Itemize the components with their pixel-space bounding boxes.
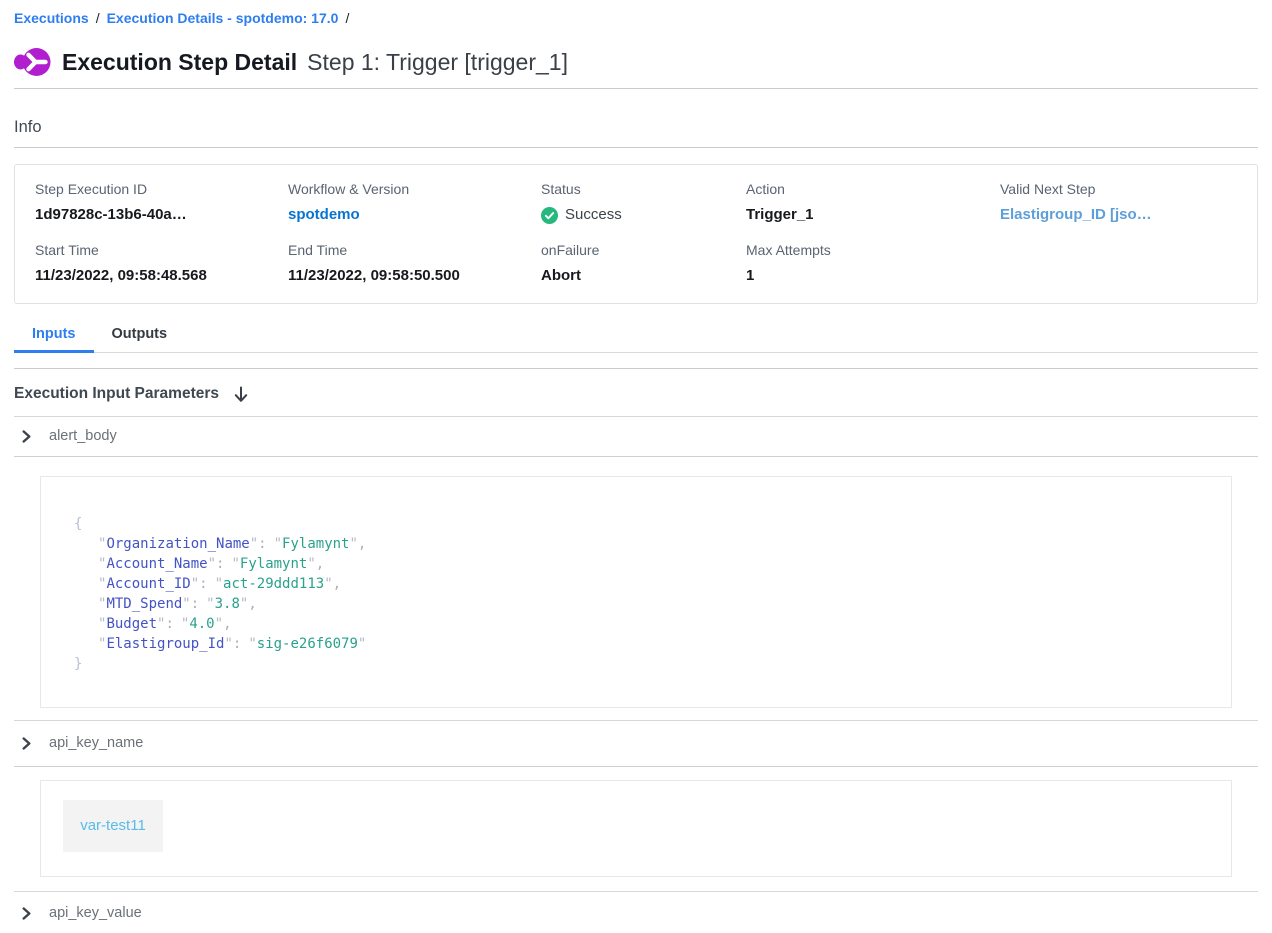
info-field-action: Action Trigger_1 xyxy=(746,181,1000,224)
json-entry: "MTD_Spend":"3.8", xyxy=(74,594,1198,614)
breadcrumb-separator: / xyxy=(96,10,100,26)
json-line: { xyxy=(74,514,1198,534)
field-label: Step Execution ID xyxy=(35,181,288,197)
chevron-right-icon xyxy=(20,737,33,750)
info-field-status: Status Success xyxy=(541,181,746,224)
info-section-heading: Info xyxy=(14,118,1258,137)
info-field-onfailure: onFailure Abort xyxy=(541,242,746,285)
field-value: Abort xyxy=(541,267,746,285)
info-field-end-time: End Time 11/23/2022, 09:58:50.500 xyxy=(288,242,541,285)
info-field-start-time: Start Time 11/23/2022, 09:58:48.568 xyxy=(35,242,288,285)
section-label: api_key_name xyxy=(49,735,143,751)
json-entry: "Account_ID":"act-29ddd113", xyxy=(74,574,1198,594)
json-entry: "Account_Name":"Fylamynt", xyxy=(74,554,1198,574)
breadcrumb: Executions / Execution Details - spotdemo:… xyxy=(14,0,1258,27)
breadcrumb-separator: / xyxy=(345,10,349,26)
execution-input-parameters-header: Execution Input Parameters xyxy=(14,384,1258,404)
section-label: alert_body xyxy=(49,428,117,444)
field-label: onFailure xyxy=(541,242,746,258)
next-step-link[interactable]: Elastigroup_ID [jso… xyxy=(1000,206,1152,223)
tab-inputs[interactable]: Inputs xyxy=(14,318,94,353)
status-badge: Success xyxy=(541,206,746,224)
success-check-icon xyxy=(541,207,558,224)
breadcrumb-link-executions[interactable]: Executions xyxy=(14,10,89,26)
info-field-step-execution-id: Step Execution ID 1d97828c-13b6-40a… xyxy=(35,181,288,224)
api-key-name-content: var-test11 xyxy=(40,780,1232,877)
divider xyxy=(14,88,1258,89)
field-label: Start Time xyxy=(35,242,288,258)
divider xyxy=(14,368,1258,369)
field-label: Status xyxy=(541,181,746,197)
page-header: Execution Step Detail Step 1: Trigger [t… xyxy=(14,43,1258,81)
fylamynt-logo-icon xyxy=(14,46,51,78)
chevron-right-icon xyxy=(20,430,33,443)
page-title: Execution Step Detail xyxy=(62,49,297,76)
alert-body-content: { "Organization_Name":"Fylamynt", "Accou… xyxy=(40,476,1232,708)
divider xyxy=(14,147,1258,148)
workflow-link[interactable]: spotdemo xyxy=(288,206,360,223)
info-field-workflow-version: Workflow & Version spotdemo xyxy=(288,181,541,224)
api-key-name-value: var-test11 xyxy=(63,800,163,852)
breadcrumb-link-execution-details[interactable]: Execution Details - spotdemo: 17.0 xyxy=(107,10,339,26)
section-row-api-key-name[interactable]: api_key_name xyxy=(14,721,1258,767)
field-value: Trigger_1 xyxy=(746,206,1000,224)
field-label: Valid Next Step xyxy=(1000,181,1237,197)
field-label: Max Attempts xyxy=(746,242,1000,258)
json-entry: "Organization_Name":"Fylamynt", xyxy=(74,534,1198,554)
info-card: Step Execution ID 1d97828c-13b6-40a… Wor… xyxy=(14,164,1258,304)
execution-step-detail-page: Executions / Execution Details - spotdemo:… xyxy=(0,0,1272,933)
params-title: Execution Input Parameters xyxy=(14,384,219,404)
arrow-down-icon[interactable] xyxy=(234,386,248,403)
alert-body-json: { "Organization_Name":"Fylamynt", "Accou… xyxy=(74,514,1198,674)
field-label: Workflow & Version xyxy=(288,181,541,197)
json-entry: "Budget":"4.0", xyxy=(74,614,1198,634)
field-value: 11/23/2022, 09:58:48.568 xyxy=(35,267,288,285)
inputs-outputs-tabs: Inputs Outputs xyxy=(14,318,1258,353)
field-label: Action xyxy=(746,181,1000,197)
section-row-alert-body[interactable]: alert_body xyxy=(14,417,1258,457)
info-field-max-attempts: Max Attempts 1 xyxy=(746,242,1000,285)
field-value: 11/23/2022, 09:58:50.500 xyxy=(288,267,541,285)
json-entry: "Elastigroup_Id":"sig-e26f6079" xyxy=(74,634,1198,654)
status-text: Success xyxy=(565,206,622,224)
section-row-api-key-value[interactable]: api_key_value xyxy=(14,892,1258,933)
info-field-valid-next-step: Valid Next Step Elastigroup_ID [jso… xyxy=(1000,181,1237,224)
tab-outputs[interactable]: Outputs xyxy=(94,318,186,352)
field-value: 1 xyxy=(746,267,1000,285)
field-value: 1d97828c-13b6-40a… xyxy=(35,206,288,224)
chevron-right-icon xyxy=(20,907,33,920)
json-line: } xyxy=(74,654,1198,674)
page-subtitle: Step 1: Trigger [trigger_1] xyxy=(307,49,568,76)
field-label: End Time xyxy=(288,242,541,258)
